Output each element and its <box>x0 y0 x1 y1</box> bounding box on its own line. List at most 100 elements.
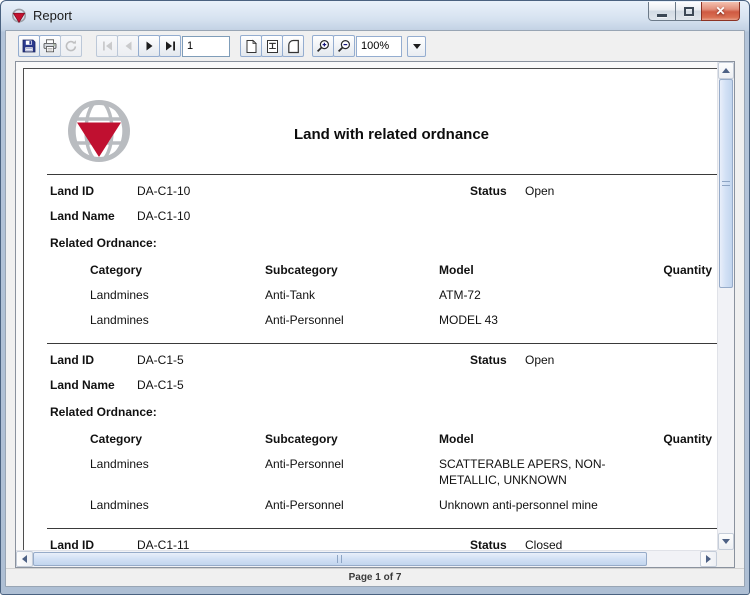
statusbar: Page 1 of 7 <box>6 568 744 586</box>
file-group <box>18 35 82 57</box>
ordnance-model: Unknown anti-personnel mine <box>439 497 637 513</box>
refresh-icon <box>64 39 78 53</box>
page-number-input[interactable] <box>182 36 230 57</box>
land-id-label: Land ID <box>50 353 94 367</box>
page-info: Page 1 of 7 <box>349 572 402 583</box>
first-page-icon <box>102 40 113 52</box>
scroll-right-button[interactable] <box>700 551 717 567</box>
horizontal-scroll-track[interactable] <box>33 551 700 567</box>
zoom-out-button[interactable] <box>333 35 355 57</box>
horizontal-scroll-thumb[interactable] <box>33 552 647 566</box>
status-label: Status <box>470 353 507 367</box>
ordnance-subcategory: Anti-Personnel <box>265 497 439 513</box>
last-page-icon <box>165 40 176 52</box>
ordnance-row: Landmines Anti-Personnel Unknown anti-pe… <box>24 493 717 518</box>
ordnance-table-header: Category Subcategory Model Quantity <box>24 426 717 452</box>
fit-width-icon <box>266 39 279 54</box>
related-ordnance-row: Related Ordnance: <box>24 397 717 426</box>
land-record: Land ID DA-C1-11 Status Closed Land Name… <box>24 529 717 550</box>
ordnance-category: Landmines <box>90 287 265 303</box>
next-page-icon <box>144 40 155 52</box>
previous-page-button[interactable] <box>117 35 139 57</box>
print-icon <box>43 39 57 53</box>
scroll-up-button[interactable] <box>718 62 734 79</box>
col-header-model: Model <box>439 432 637 446</box>
zoom-level-input[interactable] <box>356 36 402 57</box>
scroll-left-button[interactable] <box>16 551 33 567</box>
ordnance-model: MODEL 43 <box>439 312 637 328</box>
col-header-quantity: Quantity <box>637 432 712 446</box>
save-button[interactable] <box>18 35 40 57</box>
related-ordnance-label: Related Ordnance: <box>50 236 157 250</box>
ordnance-subcategory: Anti-Personnel <box>265 312 439 328</box>
maximize-button[interactable] <box>675 2 702 21</box>
refresh-button[interactable] <box>60 35 82 57</box>
scrollbar-corner <box>717 550 734 567</box>
arrow-down-icon <box>722 539 730 544</box>
thumb-grip <box>722 181 730 186</box>
land-record: Land ID DA-C1-10 Status Open Land Name D… <box>24 175 717 343</box>
ordnance-category: Landmines <box>90 497 265 513</box>
chevron-down-icon <box>413 44 421 49</box>
related-ordnance-label: Related Ordnance: <box>50 405 157 419</box>
arrow-right-icon <box>706 555 711 563</box>
fit-width-button[interactable] <box>261 35 283 57</box>
print-button[interactable] <box>39 35 61 57</box>
land-name-row: Land Name DA-C1-10 <box>24 203 717 228</box>
first-page-button[interactable] <box>96 35 118 57</box>
titlebar[interactable]: Report <box>5 1 745 30</box>
vertical-scroll-track[interactable] <box>718 79 734 533</box>
land-id-label: Land ID <box>50 184 94 198</box>
land-id-row: Land ID DA-C1-11 Status Closed <box>24 532 717 550</box>
land-id-label: Land ID <box>50 538 94 551</box>
close-icon: ✕ <box>715 5 725 17</box>
zoom-dropdown-button[interactable] <box>407 36 426 57</box>
status-value: Open <box>525 353 554 367</box>
report-viewport: Land with related ordnance Land ID DA-C1… <box>15 61 735 568</box>
page-area: Land with related ordnance Land ID DA-C1… <box>16 62 717 550</box>
ordnance-row: Landmines Anti-Tank ATM-72 <box>24 283 717 308</box>
ordnance-category: Landmines <box>90 312 265 328</box>
layout-group <box>240 35 304 57</box>
land-name-label: Land Name <box>50 209 115 223</box>
zoom-group <box>312 35 426 57</box>
horizontal-scrollbar[interactable] <box>16 550 717 567</box>
land-name-label: Land Name <box>50 378 115 392</box>
ordnance-category: Landmines <box>90 456 265 472</box>
app-icon <box>11 8 27 24</box>
report-window: Report ✕ <box>0 0 750 595</box>
zoom-out-icon <box>337 39 351 53</box>
col-header-quantity: Quantity <box>637 263 712 277</box>
single-page-button[interactable] <box>240 35 262 57</box>
minimize-button[interactable] <box>648 2 676 21</box>
fit-page-button[interactable] <box>282 35 304 57</box>
ordnance-model: SCATTERABLE APERS, NON-METALLIC, UNKNOWN <box>439 456 637 488</box>
ordnance-table-header: Category Subcategory Model Quantity <box>24 257 717 283</box>
vertical-scrollbar[interactable] <box>717 62 734 550</box>
scroll-down-button[interactable] <box>718 533 734 550</box>
next-page-button[interactable] <box>138 35 160 57</box>
land-name-value: DA-C1-10 <box>137 209 190 223</box>
window-title: Report <box>33 8 72 23</box>
fit-page-icon <box>287 39 300 54</box>
land-id-value: DA-C1-5 <box>137 353 184 367</box>
client-area: Land with related ordnance Land ID DA-C1… <box>5 30 745 587</box>
ordnance-subcategory: Anti-Tank <box>265 287 439 303</box>
land-record: Land ID DA-C1-5 Status Open Land Name DA… <box>24 344 717 528</box>
arrow-up-icon <box>722 68 730 73</box>
previous-page-icon <box>123 40 134 52</box>
last-page-button[interactable] <box>159 35 181 57</box>
land-name-row: Land Name DA-C1-5 <box>24 372 717 397</box>
vertical-scroll-thumb[interactable] <box>719 79 733 288</box>
land-id-row: Land ID DA-C1-10 Status Open <box>24 178 717 203</box>
status-value: Closed <box>525 538 562 551</box>
single-page-icon <box>245 39 258 54</box>
ordnance-subcategory: Anti-Personnel <box>265 456 439 472</box>
land-id-row: Land ID DA-C1-5 Status Open <box>24 347 717 372</box>
close-button[interactable]: ✕ <box>701 2 740 21</box>
maximize-icon <box>684 7 694 16</box>
col-header-model: Model <box>439 263 637 277</box>
zoom-in-button[interactable] <box>312 35 334 57</box>
land-id-value: DA-C1-11 <box>137 538 189 551</box>
arrow-left-icon <box>22 555 27 563</box>
